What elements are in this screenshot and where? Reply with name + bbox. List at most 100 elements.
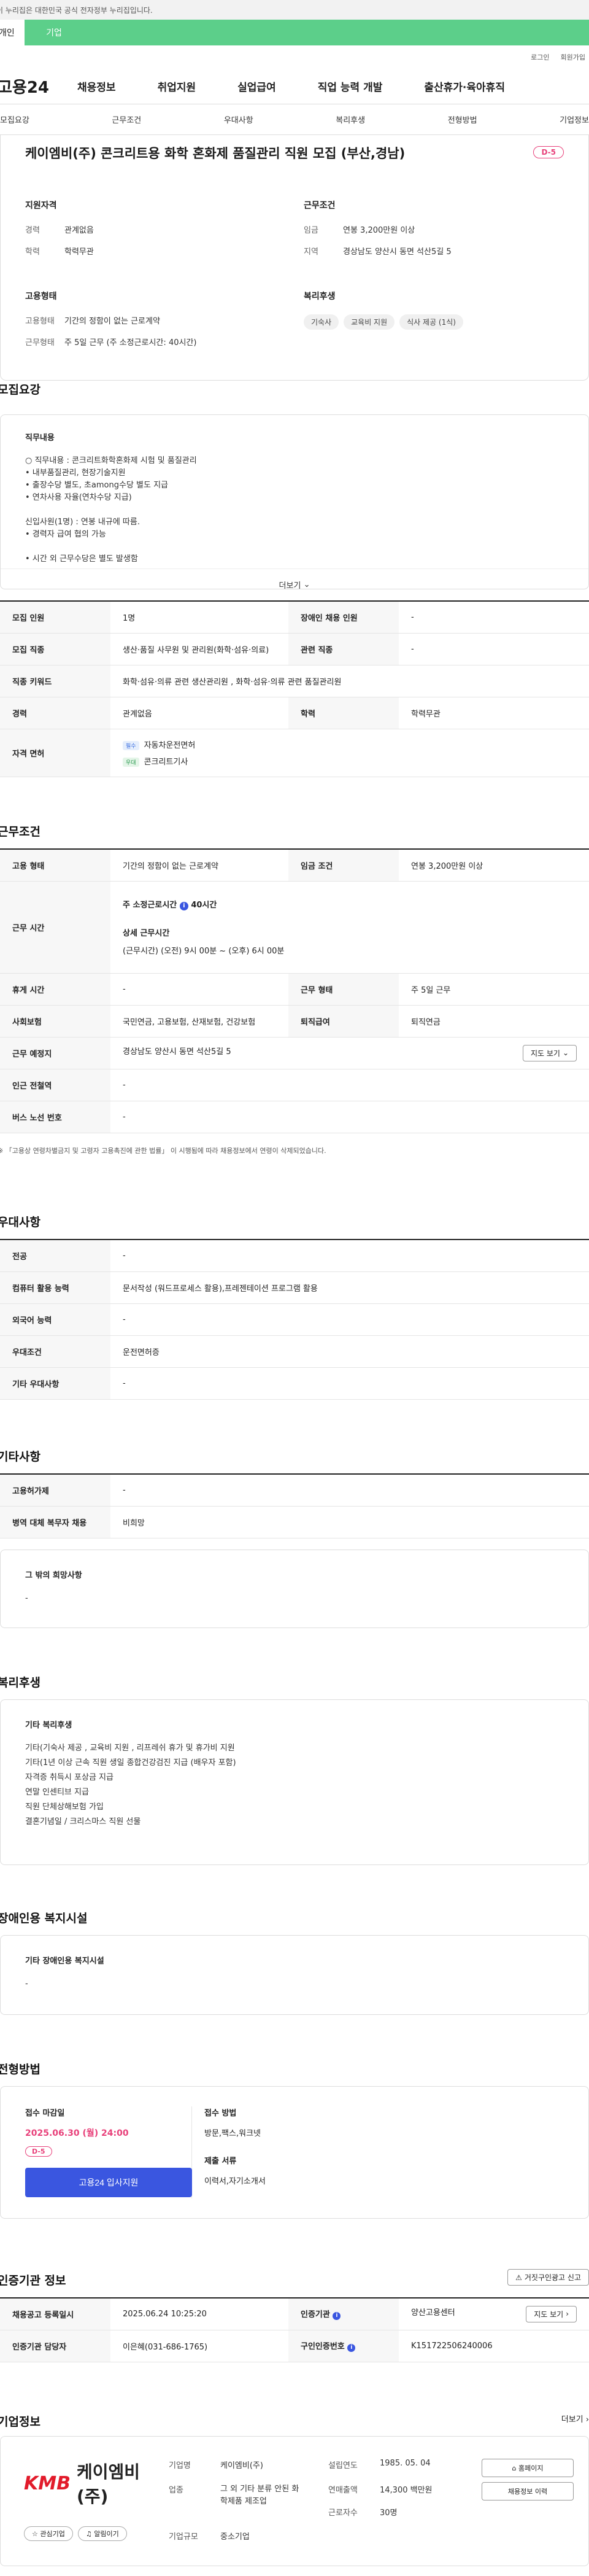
info-icon[interactable]: i [179,902,188,910]
table-cell: - [110,1069,589,1101]
anchor-preference[interactable]: 우대사항 [224,114,253,125]
size-value: 중소기업 [220,2532,250,2542]
agency-table: 채용공고 등록일시 2025.06.24 10:25:20 인증기관 i 양산고… [0,2297,589,2362]
hours-main-value: 40시간 [191,901,217,910]
report-button[interactable]: ⚠ 거짓구인광고 신고 [507,2269,589,2286]
table-header: 근무 예정지 [0,1037,110,1069]
emp-type-label: 고용형태 [25,317,55,326]
license-name: 콘크리트기사 [144,758,188,767]
bell-icon: ♫ [85,2530,92,2538]
table-cell: 기간의 정함이 없는 근로계약 [110,849,288,882]
table-header: 퇴직급여 [288,1005,399,1038]
table-cell: 운전면허증 [110,1335,589,1368]
table-row: 외국어 능력 - [0,1303,589,1336]
emp-hours-value: 주 5일 근무 (주 소정근로시간: 40시간) [64,338,197,347]
nav-item-training[interactable]: 직업 능력 개발 [318,79,383,94]
chevron-down-icon: ⌄ [562,1049,569,1057]
table-header: 고용허가제 [0,1474,110,1507]
company-more-link[interactable]: 더보기 › [561,2413,589,2424]
info-icon[interactable]: i [347,2344,356,2352]
table-header: 모집 인원 [0,601,110,634]
favorite-company-button[interactable]: ☆ 관심기업 [24,2526,73,2541]
tab-company[interactable]: 기업 [25,20,83,45]
map-button[interactable]: 지도 보기 ⌄ [522,1044,577,1061]
table-cell: 문서작성 (워드프로세스 활용),프레젠테이션 프로그램 활용 [110,1271,589,1304]
agency-section-title: 인증기관 정보 [0,2274,66,2287]
detail-heading: 직무내용 [25,433,55,443]
nav-item-unemployment[interactable]: 실업급여 [237,79,276,94]
region-value: 경상남도 양산시 동면 석산5길 5 [343,247,452,257]
region-label: 지역 [304,247,318,257]
industry-value: 그 외 기타 분류 안된 화학제품 제조업 [220,2484,299,2506]
wage-value: 연봉 3,200만원 이상 [343,226,415,235]
table-cell: 생산·품질 사무원 및 관리원(화학·섬유·의료) [110,633,288,665]
docs-heading: 제출 서류 [204,2157,237,2166]
disability-box: 기타 장애인용 복지시설 - [0,1935,589,2015]
method-heading: 접수 방법 [204,2109,237,2118]
table-row: 휴게 시간 - 근무 형태 주 5일 근무 [0,973,589,1006]
size-label: 기업규모 [169,2532,198,2542]
disability-box-heading: 기타 장애인용 복지시설 [25,1957,104,1966]
anchor-apply[interactable]: 전형방법 [448,114,477,125]
anchor-recruit[interactable]: 모집요강 [0,114,29,125]
gov-banner: 이 누리집은 대한민국 공식 전자정부 누리집입니다. [0,0,589,20]
table-row: 병역 대체 복무자 채용 비희망 [0,1506,589,1538]
welfare-chip: 교육비 지원 [344,314,395,330]
table-header: 버스 노선 번호 [0,1101,110,1133]
signup-link[interactable]: 회원가입 [561,52,585,62]
welfare-text: 기타(기숙사 제공 , 교육비 지원 , 리프레쉬 휴가 및 휴가비 지원 기타… [25,1744,236,1826]
nav-item-support[interactable]: 취업지원 [158,79,196,94]
employ-heading: 고용형태 [25,292,57,301]
nav-item-jobs[interactable]: 채용정보 [77,79,116,94]
docs-value: 이력서,자기소개서 [204,2177,266,2186]
apply-button[interactable]: 고용24 입사지원 [25,2168,192,2197]
emp-value: 30명 [380,2508,398,2518]
table-header: 우대조건 [0,1335,110,1368]
history-button[interactable]: 채용정보 이력 [482,2482,574,2500]
deadline-heading: 접수 마감일 [25,2109,65,2118]
star-icon: ☆ [32,2530,38,2538]
work-block: 근무조건 임금 연봉 3,200만원 이상 지역 경상남도 양산시 동면 석산5길 … [304,199,564,266]
anchor-welfare[interactable]: 복리후생 [336,114,365,125]
info-icon[interactable]: i [333,2312,341,2321]
edu-label: 학력 [25,247,40,257]
preference-section-title: 우대사항 [0,1216,40,1229]
map-button-label: 지도 보기 [534,2310,564,2319]
anchor-company[interactable]: 기업정보 [560,114,589,125]
job-title: 케이엠비(주) 콘크리트용 화학 혼화제 품질관리 직원 모집 (부산,경남) [25,146,406,161]
table-header: 자격 면허 [0,729,110,777]
company-logo: KMB 케이엠비(주) [24,2459,169,2508]
welfare-chip: 식사 제공 (1식) [399,314,463,330]
anchor-conditions[interactable]: 근무조건 [112,114,141,125]
table-cell: - [110,1101,589,1133]
career-label: 경력 [25,226,40,235]
login-link[interactable]: 로그인 [531,52,549,62]
table-cell: 2025.06.24 10:25:20 [110,2298,288,2330]
site-logo[interactable]: 고용24 [0,75,65,98]
table-cell: - [399,601,589,634]
table-cell: 이은혜(031-686-1765) [110,2330,288,2362]
welfare-box: 기타 복리후생 기타(기숙사 제공 , 교육비 지원 , 리프레쉬 휴가 및 휴… [0,1699,589,1865]
table-header: 사회보험 [0,1005,110,1038]
table-header: 구인인증번호 i [288,2330,399,2362]
more-button[interactable]: 더보기 ⌄ [1,568,588,600]
table-header: 휴게 시간 [0,973,110,1006]
company-section-title: 기업정보 [0,2415,40,2429]
homepage-button[interactable]: ⌂ 홈페이지 [482,2459,574,2477]
table-cell: 퇴직연금 [399,1005,589,1038]
recruit-section-title: 모집요강 [0,383,40,397]
table-cell: 주 5일 근무 [399,973,589,1006]
table-row: 모집 인원 1명 장애인 채용 인원 - [0,601,589,634]
alert-icon: ⚠ [515,2273,522,2282]
qualification-block: 지원자격 경력 관계없음 학력 학력무관 [25,199,285,266]
table-header: 근무 형태 [288,973,399,1006]
welfare-block: 복리후생 기숙사 교육비 지원 식사 제공 (1식) [304,290,564,357]
corp-value: 케이엠비(주) [220,2461,263,2470]
map-button[interactable]: 지도 보기 › [526,2305,577,2322]
company-logo-name: 케이엠비(주) [76,2462,141,2507]
required-tag: 필수 [123,741,139,750]
recruit-table: 모집 인원 1명 장애인 채용 인원 - 모집 직종 생산·품질 사무원 및 관… [0,600,589,777]
alert-button[interactable]: ♫ 알림이기 [77,2526,127,2541]
nav-item-leave[interactable]: 출산휴가·육아휴직 [424,79,505,94]
tab-personal[interactable]: 개인 [0,20,25,45]
